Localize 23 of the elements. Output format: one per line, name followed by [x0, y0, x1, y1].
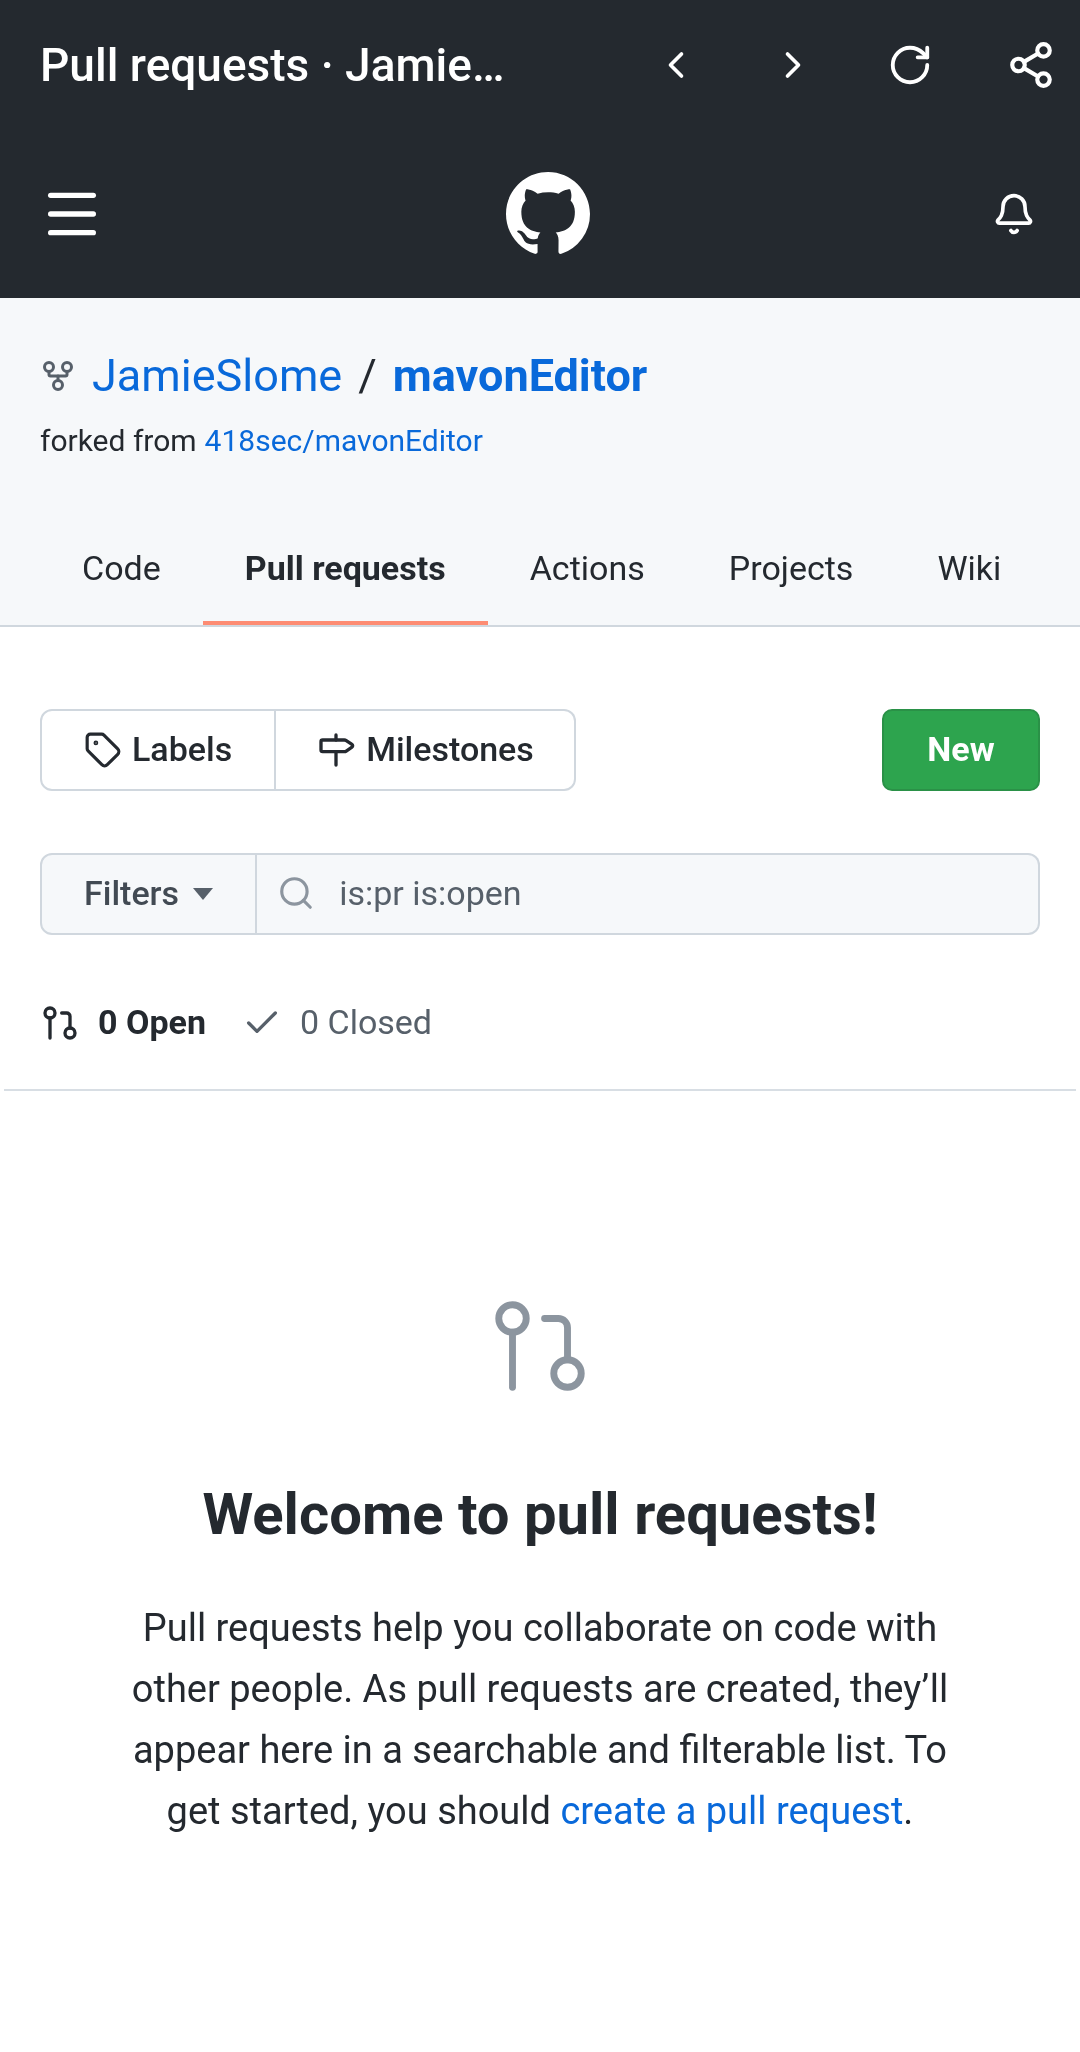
repo-tab[interactable]: Wiki [895, 516, 1044, 625]
forked-source-link[interactable]: 418sec/mavonEditor [204, 417, 483, 463]
cat-logo-icon[interactable] [506, 172, 590, 256]
repo-tab[interactable]: Code [40, 516, 203, 625]
forked-from-label: forked from [40, 421, 197, 460]
repo-owner-link[interactable]: JamieSlome [92, 342, 343, 410]
caret-icon [193, 887, 214, 900]
repo-tab[interactable]: Actions [487, 516, 687, 625]
search-field[interactable]: is:pr is:open [257, 852, 1040, 935]
empty-state-heading: Welcome to pull requests! [202, 1478, 878, 1550]
page-title: Pull requests · Jamie… [40, 36, 506, 94]
closed-filter-link[interactable]: 0 Closed [241, 997, 433, 1048]
repo-tab[interactable]: Pull requests [202, 516, 488, 625]
open-filter-link[interactable]: 0 Open [40, 997, 206, 1048]
milestones-button[interactable]: Milestones [276, 708, 576, 791]
empty-state-description: Pull requests help you collaborate on code with other people. As pull requests are created, they’ll appear here in a searchable and filterable list. To get started, you should create a pull request. [130, 1604, 950, 1835]
labels-button[interactable]: Labels [40, 708, 277, 791]
filters-button[interactable]: Filters [40, 852, 258, 935]
repo-tab[interactable]: Projects [686, 516, 896, 625]
create-pull-request-link[interactable]: create a pull request [560, 1788, 904, 1833]
repo-name-link[interactable]: mavonEditor [392, 342, 648, 410]
tag-icon [84, 730, 122, 769]
path-separator: / [358, 348, 377, 404]
